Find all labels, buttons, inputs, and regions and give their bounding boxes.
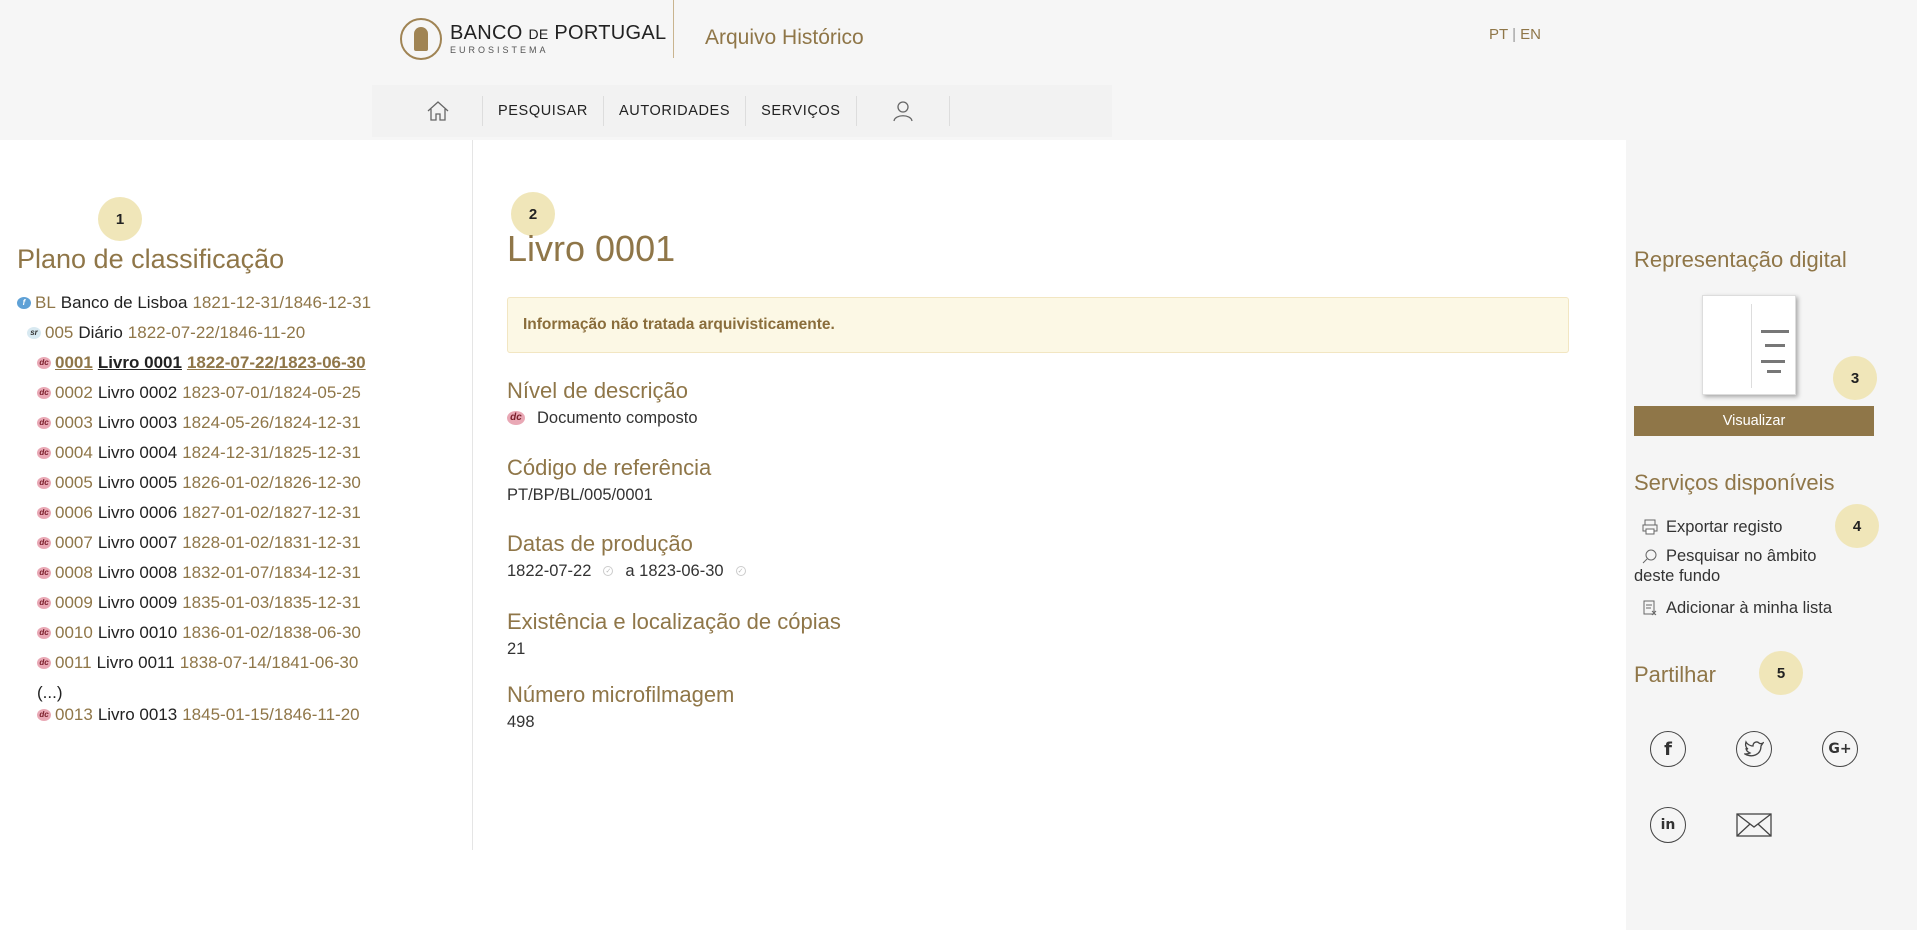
info-alert: Informação não tratada arquivisticamente… [507, 297, 1569, 353]
tree-item[interactable]: dc 0005 Livro 0005 1826-01-02/1826-12-30 [17, 468, 371, 498]
digital-title: Representação digital [1634, 247, 1847, 272]
record-details: 2 Livro 0001 Informação não tratada arqu… [474, 140, 1626, 930]
user-icon [892, 101, 913, 122]
linkedin-share[interactable]: in [1650, 807, 1686, 843]
adicionar-lista-link[interactable]: Adicionar à minha lista [1642, 598, 1832, 618]
date-certainty-icon: ✓ [735, 566, 746, 576]
linkedin-icon: in [1660, 817, 1676, 833]
serie-icon: sr [27, 327, 41, 339]
step-badge-5: 5 [1759, 651, 1803, 695]
step-badge-4: 4 [1835, 504, 1879, 548]
tree-item[interactable]: dc 0013 Livro 0013 1845-01-15/1846-11-20 [17, 704, 371, 726]
tree-item[interactable]: dc 0009 Livro 0009 1835-01-03/1835-12-31 [17, 588, 371, 618]
tree-item[interactable]: dc 0008 Livro 0008 1832-01-07/1834-12-31 [17, 558, 371, 588]
logo-name: BANCO DE PORTUGAL [450, 22, 667, 44]
step-badge-1: 1 [98, 197, 142, 241]
nav-user[interactable] [857, 96, 950, 126]
lang-en-link[interactable]: EN [1520, 26, 1541, 43]
twitter-share[interactable] [1736, 731, 1772, 767]
documento-composto-icon: dc [37, 709, 51, 721]
tree-item-serie[interactable]: sr 005 Diário 1822-07-22/1846-11-20 [17, 318, 371, 348]
field-label: Datas de produção [507, 531, 693, 556]
lang-separator: | [1512, 26, 1517, 43]
language-switcher: PT | EN [1489, 26, 1541, 43]
documento-composto-icon: dc [37, 537, 51, 549]
logo-subtitle: EUROSISTEMA [450, 45, 549, 55]
documento-composto-icon: dc [37, 447, 51, 459]
document-thumbnail[interactable] [1702, 295, 1796, 395]
documento-composto-icon: dc [37, 567, 51, 579]
documento-composto-icon: dc [37, 477, 51, 489]
site-title[interactable]: Arquivo Histórico [705, 26, 864, 50]
search-icon [1642, 549, 1657, 564]
email-icon [1736, 813, 1772, 837]
tree-item[interactable]: dc 0003 Livro 0003 1824-05-26/1824-12-31 [17, 408, 371, 438]
classification-tree: f BL Banco de Lisboa 1821-12-31/1846-12-… [17, 288, 371, 726]
tree-item[interactable]: dc 0002 Livro 0002 1823-07-01/1824-05-25 [17, 378, 371, 408]
add-to-list-icon [1643, 600, 1657, 616]
twitter-icon [1744, 740, 1764, 757]
exportar-registo-link[interactable]: Exportar registo [1642, 517, 1782, 537]
documento-composto-icon: dc [37, 417, 51, 429]
tree-item[interactable]: dc 0011 Livro 0011 1838-07-14/1841-06-30 [17, 648, 371, 678]
field-value: Documento composto [537, 409, 698, 427]
tree-item-fundo[interactable]: f BL Banco de Lisboa 1821-12-31/1846-12-… [17, 288, 371, 318]
field-label: Número microfilmagem [507, 682, 735, 707]
field-value: 21 [507, 640, 526, 658]
tree-item[interactable]: dc 0007 Livro 0007 1828-01-02/1831-12-31 [17, 528, 371, 558]
field-microfilmagem: Número microfilmagem 498 [507, 680, 734, 734]
classification-title: Plano de classificação [17, 244, 285, 274]
field-datas: Datas de produção 1822-07-22 ✓ a 1823-06… [507, 529, 758, 583]
visualizar-button[interactable]: Visualizar [1634, 406, 1874, 436]
date-certainty-icon: ✓ [603, 566, 614, 576]
documento-composto-icon: dc [37, 507, 51, 519]
banco-de-portugal-logo[interactable]: BANCO DE PORTUGAL EUROSISTEMA [400, 18, 666, 60]
facebook-share[interactable]: f [1650, 731, 1686, 767]
tree-item[interactable]: dc 0004 Livro 0004 1824-12-31/1825-12-31 [17, 438, 371, 468]
date-start: 1822-07-22 [507, 562, 592, 580]
right-sidebar: Representação digital 3 Visualizar Servi… [1626, 140, 1917, 930]
partilhar-title: Partilhar [1634, 662, 1716, 687]
pesquisar-fundo-link[interactable]: Pesquisar no âmbito deste fundo [1634, 546, 1816, 586]
field-label: Nível de descrição [507, 378, 688, 403]
documento-composto-icon: dc [37, 627, 51, 639]
facebook-icon: f [1664, 738, 1672, 760]
lang-pt-link[interactable]: PT [1489, 26, 1508, 43]
fundo-icon: f [17, 297, 31, 309]
field-value: 498 [507, 713, 535, 731]
field-label: Existência e localização de cópias [507, 609, 841, 634]
google-plus-icon: G+ [1828, 741, 1852, 757]
date-end: a 1823-06-30 [625, 562, 724, 580]
site-header: BANCO DE PORTUGAL EUROSISTEMA Arquivo Hi… [0, 0, 1917, 140]
printer-icon [1642, 519, 1658, 535]
documento-composto-icon: dc [37, 357, 51, 369]
nav-pesquisar[interactable]: PESQUISAR [483, 96, 605, 126]
documento-composto-icon: dc [37, 387, 51, 399]
nav-servicos[interactable]: SERVIÇOS [746, 96, 857, 126]
record-title: Livro 0001 [507, 228, 676, 269]
documento-composto-icon: dc [37, 657, 51, 669]
field-codigo: Código de referência PT/BP/BL/005/0001 [507, 453, 711, 507]
nav-autoridades[interactable]: AUTORIDADES [604, 96, 747, 126]
services-title: Serviços disponíveis [1634, 470, 1835, 495]
documento-composto-icon: dc [507, 411, 525, 425]
classification-panel: 1 Plano de classificação f BL Banco de L… [0, 140, 473, 850]
step-badge-3: 3 [1833, 356, 1877, 400]
logo-emblem-icon [400, 18, 442, 60]
field-value: PT/BP/BL/005/0001 [507, 486, 653, 504]
field-nivel: Nível de descrição dc Documento composto [507, 376, 698, 430]
field-existencia: Existência e localização de cópias 21 [507, 607, 841, 661]
nav-home[interactable] [372, 96, 483, 126]
email-share[interactable] [1736, 807, 1772, 843]
tree-item[interactable]: dc 0010 Livro 0010 1836-01-02/1838-06-30 [17, 618, 371, 648]
tree-item[interactable]: dc 0006 Livro 0006 1827-01-02/1827-12-31 [17, 498, 371, 528]
tree-ellipsis[interactable]: (...) [17, 682, 371, 704]
google-plus-share[interactable]: G+ [1822, 731, 1858, 767]
header-divider [673, 0, 674, 58]
home-icon [427, 101, 449, 121]
documento-composto-icon: dc [37, 597, 51, 609]
tree-item-current[interactable]: dc 0001 Livro 0001 1822-07-22/1823-06-30 [17, 348, 371, 378]
main-nav: PESQUISAR AUTORIDADES SERVIÇOS [372, 85, 1112, 137]
field-label: Código de referência [507, 455, 712, 480]
